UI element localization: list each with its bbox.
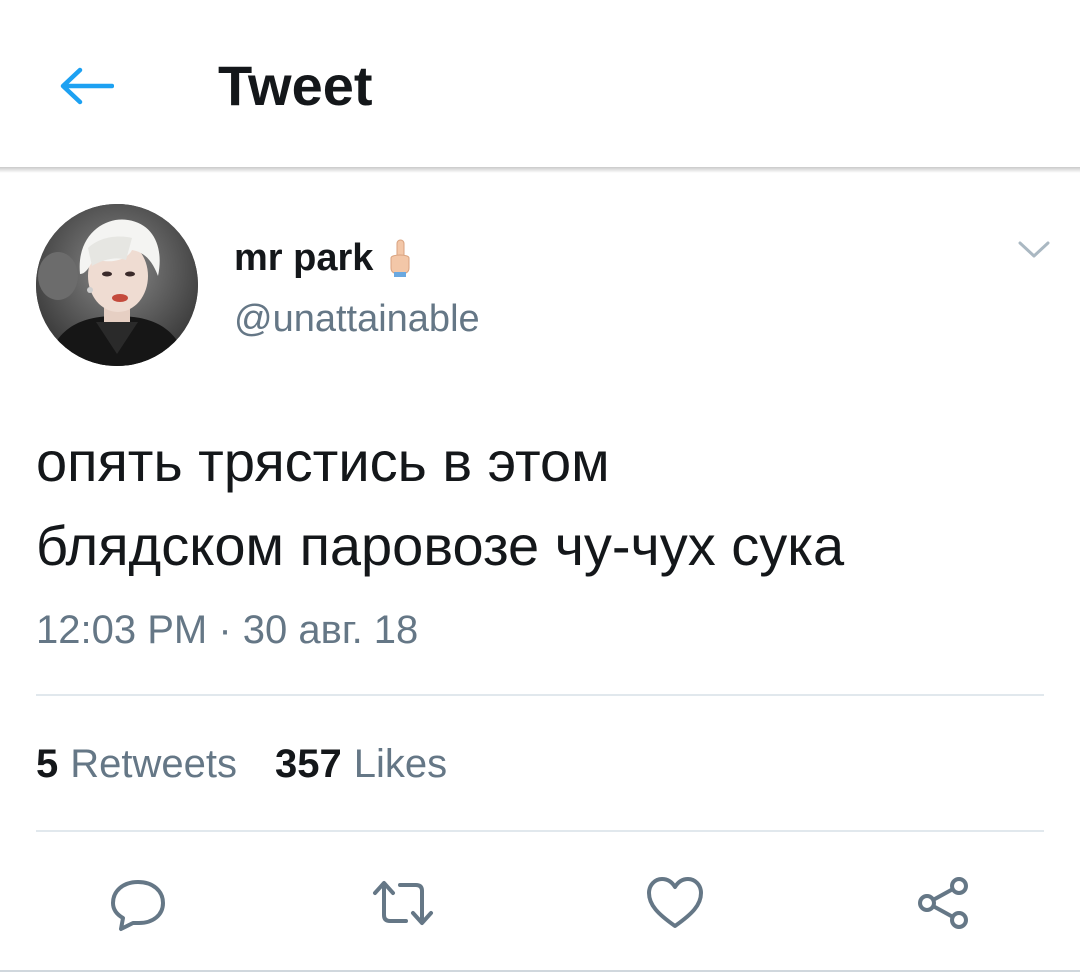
- tweet-text: опять трястись в этом блядском паровозе …: [36, 430, 845, 577]
- share-button[interactable]: [908, 868, 978, 938]
- reply-button[interactable]: [103, 868, 173, 938]
- avatar-photo: [36, 204, 198, 366]
- likes-label: Likes: [353, 742, 448, 786]
- divider: [36, 694, 1044, 696]
- header-shadow: [0, 167, 1080, 173]
- bottom-divider: [0, 970, 1080, 972]
- retweets-label: Retweets: [70, 742, 237, 786]
- retweet-button[interactable]: [368, 868, 438, 938]
- display-name: mr park: [234, 237, 374, 279]
- chevron-down-icon: [1018, 241, 1050, 258]
- retweets-count: 5: [36, 742, 59, 786]
- heart-icon: [647, 877, 703, 928]
- tweet-timestamp: 12:03 PM · 30 авг. 18: [36, 608, 419, 652]
- back-button[interactable]: [48, 54, 124, 118]
- app-header: Tweet: [0, 0, 1080, 167]
- tweet-menu-button[interactable]: [1010, 232, 1058, 268]
- user-handle[interactable]: @unattainable: [234, 297, 480, 341]
- middle-finger-emoji: [390, 239, 410, 277]
- page-title: Tweet: [218, 54, 373, 117]
- avatar[interactable]: [36, 204, 198, 366]
- retweet-icon: [373, 881, 433, 925]
- share-icon: [918, 877, 968, 929]
- tweet-detail-screen: Tweet mr park @unattainable опять трясти…: [0, 0, 1080, 980]
- arrow-left-icon: [60, 67, 114, 105]
- likes-stat[interactable]: 357 Likes: [275, 740, 447, 788]
- like-button[interactable]: [640, 868, 710, 938]
- reply-icon: [111, 880, 165, 931]
- display-name-row[interactable]: mr park: [234, 236, 413, 280]
- likes-count: 357: [275, 742, 342, 786]
- tweet-stats: 5 Retweets 357 Likes: [36, 740, 447, 788]
- divider: [36, 830, 1044, 832]
- retweets-stat[interactable]: 5 Retweets: [36, 740, 237, 788]
